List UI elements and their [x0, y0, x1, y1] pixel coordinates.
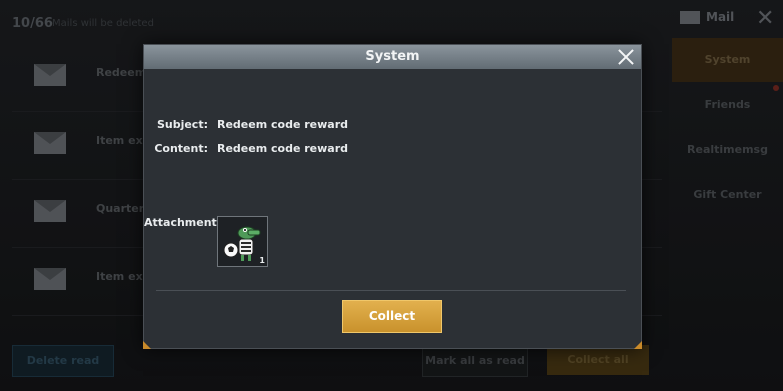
dialog-header: System: [144, 45, 641, 69]
subject-label: Subject:: [156, 118, 208, 131]
attachment-quantity: 1: [259, 256, 265, 265]
system-mail-dialog: System Subject: Redeem code reward Conte…: [143, 44, 642, 349]
dialog-corner-accent: [143, 341, 151, 349]
dialog-title: System: [365, 49, 420, 64]
collect-button[interactable]: Collect: [342, 300, 442, 333]
content-label: Content:: [154, 142, 208, 155]
content-value: Redeem code reward: [217, 142, 349, 155]
dialog-body: Subject: Redeem code reward Content: Red…: [144, 69, 641, 348]
attachment-label: Attachment:: [144, 216, 222, 229]
subject-value: Redeem code reward: [217, 118, 349, 131]
dialog-divider: [156, 290, 626, 291]
attachment-item-slot[interactable]: 1: [217, 216, 268, 267]
dialog-corner-accent: [634, 341, 642, 349]
close-icon[interactable]: [614, 45, 638, 69]
